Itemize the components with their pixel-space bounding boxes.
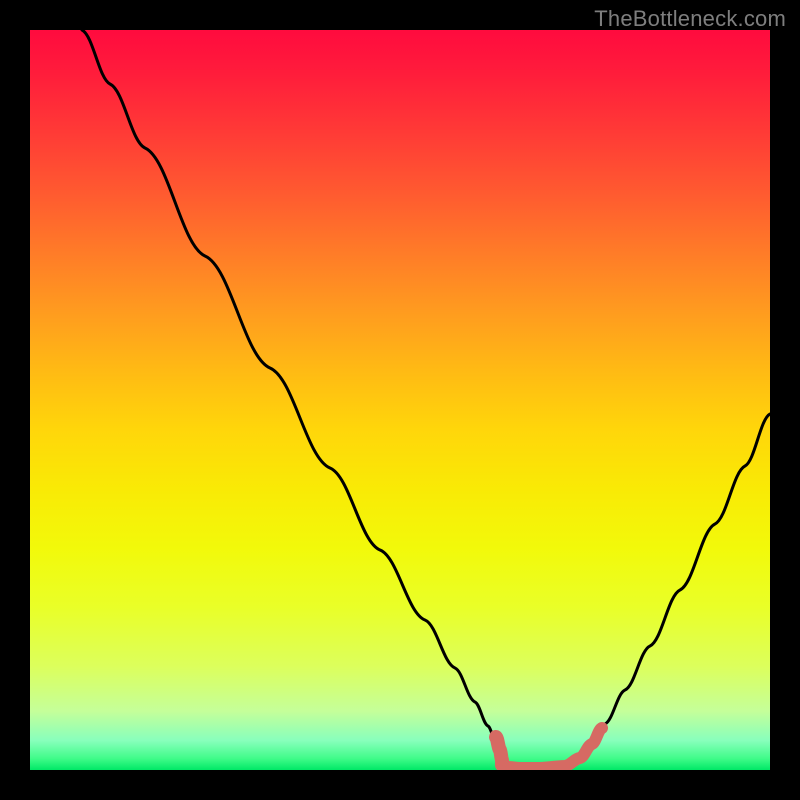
watermark-label: TheBottleneck.com [594,6,786,32]
coral-bottom [508,728,602,768]
series-group [82,30,770,768]
coral-highlight [496,737,502,765]
curve-layer [30,30,770,770]
black-curve [82,30,770,768]
plot-area [30,30,770,770]
chart-canvas: TheBottleneck.com [0,0,800,800]
